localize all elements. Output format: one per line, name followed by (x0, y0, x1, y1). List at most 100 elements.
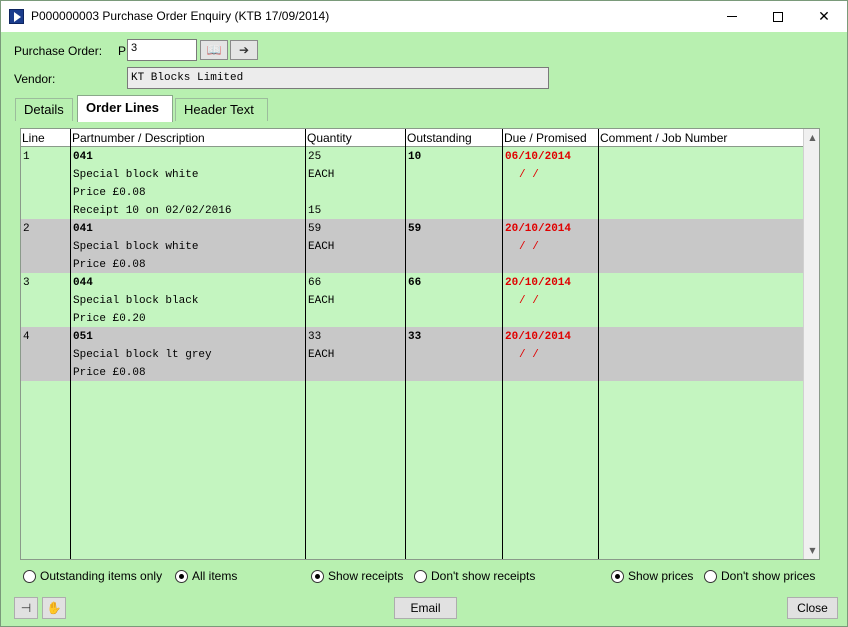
row-4-uom[interactable]: EACH (308, 349, 334, 361)
radio-dot (704, 569, 717, 583)
radio-all-items[interactable]: All items (175, 569, 237, 583)
radio-dot-selected (611, 569, 624, 583)
tab-details[interactable]: Details (15, 98, 73, 121)
row-2-promised[interactable]: / / (519, 241, 539, 253)
tab-header-text-label: Header Text (184, 102, 254, 117)
row-2-part[interactable]: 041 (73, 223, 93, 235)
close-window-button[interactable]: ✕ (801, 1, 847, 32)
po-lookup-button[interactable]: 📖 (200, 40, 228, 60)
radio-dot (23, 569, 36, 583)
col-header-quantity[interactable]: Quantity (307, 131, 352, 145)
col-header-due-promised[interactable]: Due / Promised (504, 131, 587, 145)
close-icon: ✕ (818, 8, 830, 25)
row-3-price[interactable]: Price £0.20 (73, 313, 146, 325)
col-divider (70, 129, 71, 559)
radio-show-prices[interactable]: Show prices (611, 569, 693, 583)
col-header-outstanding[interactable]: Outstanding (407, 131, 472, 145)
tab-order-lines[interactable]: Order Lines (77, 95, 173, 122)
po-prefix: P (118, 44, 127, 58)
row-2-desc[interactable]: Special block white (73, 241, 198, 253)
po-number-input[interactable]: 3 (127, 39, 197, 61)
col-divider (502, 129, 503, 559)
row-3-desc[interactable]: Special block black (73, 295, 198, 307)
row-2-price[interactable]: Price £0.08 (73, 259, 146, 271)
row-3-outstanding[interactable]: 66 (408, 277, 421, 289)
radio-dont-show-prices[interactable]: Don't show prices (704, 569, 815, 583)
col-header-line[interactable]: Line (22, 131, 45, 145)
hand-button[interactable]: ✋ (42, 597, 66, 619)
radio-all-items-label: All items (192, 569, 238, 583)
scroll-up-button[interactable]: ▲ (804, 129, 819, 146)
chevron-up-icon: ▲ (809, 133, 816, 142)
row-4-due[interactable]: 20/10/2014 (505, 331, 571, 343)
row-3-uom[interactable]: EACH (308, 295, 334, 307)
book-icon: 📖 (206, 43, 222, 57)
row-1-qty[interactable]: 25 (308, 151, 321, 163)
row-1-due[interactable]: 06/10/2014 (505, 151, 571, 163)
radio-dont-show-receipts-label: Don't show receipts (431, 569, 536, 583)
row-1-receipt[interactable]: Receipt 10 on 02/02/2016 (73, 205, 231, 217)
row-2-qty[interactable]: 59 (308, 223, 321, 235)
row-4-qty[interactable]: 33 (308, 331, 321, 343)
close-button[interactable]: Close (787, 597, 838, 619)
title-bar[interactable]: P000000003 Purchase Order Enquiry (KTB 1… (1, 1, 847, 32)
radio-dont-show-prices-label: Don't show prices (721, 569, 816, 583)
row-4-outstanding[interactable]: 33 (408, 331, 421, 343)
radio-dont-show-receipts[interactable]: Don't show receipts (414, 569, 535, 583)
minimize-icon (727, 16, 737, 17)
radio-show-receipts[interactable]: Show receipts (311, 569, 403, 583)
tab-header-text[interactable]: Header Text (175, 98, 268, 121)
col-header-comment[interactable]: Comment / Job Number (600, 131, 727, 145)
row-4-line[interactable]: 4 (23, 331, 30, 343)
row-4-part[interactable]: 051 (73, 331, 93, 343)
row-3-part[interactable]: 044 (73, 277, 93, 289)
arrow-right-icon: ➔ (238, 43, 250, 57)
row-1-receipt-qty[interactable]: 15 (308, 205, 321, 217)
row-4-price[interactable]: Price £0.08 (73, 367, 146, 379)
row-3-qty[interactable]: 66 (308, 277, 321, 289)
row-1-line[interactable]: 1 (23, 151, 30, 163)
radio-dot (414, 569, 427, 583)
row-2-uom[interactable]: EACH (308, 241, 334, 253)
radio-dot-selected (311, 569, 324, 583)
minimize-button[interactable] (709, 1, 755, 32)
order-lines-grid[interactable]: Line Partnumber / Description Quantity O… (20, 128, 820, 560)
window-title: P000000003 Purchase Order Enquiry (KTB 1… (31, 9, 330, 23)
row-1-price[interactable]: Price £0.08 (73, 187, 146, 199)
vendor-field: KT Blocks Limited (127, 67, 549, 89)
vertical-scrollbar[interactable]: ▲ ▼ (803, 129, 819, 559)
pin-icon: ⊣ (20, 601, 32, 615)
row-4-promised[interactable]: / / (519, 349, 539, 361)
radio-dot-selected (175, 569, 188, 583)
vendor-label: Vendor: (14, 72, 56, 86)
radio-outstanding-only[interactable]: Outstanding items only (23, 569, 162, 583)
grid-header: Line Partnumber / Description Quantity O… (21, 129, 803, 147)
email-button[interactable]: Email (394, 597, 457, 619)
row-1-promised[interactable]: / / (519, 169, 539, 181)
radio-show-receipts-label: Show receipts (328, 569, 404, 583)
maximize-button[interactable] (755, 1, 801, 32)
row-1-desc[interactable]: Special block white (73, 169, 198, 181)
row-2-due[interactable]: 20/10/2014 (505, 223, 571, 235)
row-1-part[interactable]: 041 (73, 151, 93, 163)
pin-button[interactable]: ⊣ (14, 597, 38, 619)
row-4-desc[interactable]: Special block lt grey (73, 349, 212, 361)
col-divider (405, 129, 406, 559)
col-divider (305, 129, 306, 559)
row-3-due[interactable]: 20/10/2014 (505, 277, 571, 289)
row-1-uom[interactable]: EACH (308, 169, 334, 181)
col-header-partnumber[interactable]: Partnumber / Description (72, 131, 205, 145)
row-3-line[interactable]: 3 (23, 277, 30, 289)
chevron-down-icon: ▼ (809, 546, 816, 555)
scroll-down-button[interactable]: ▼ (804, 542, 819, 559)
maximize-icon (773, 11, 783, 22)
row-2-outstanding[interactable]: 59 (408, 223, 421, 235)
row-1-outstanding[interactable]: 10 (408, 151, 421, 163)
row-3-promised[interactable]: / / (519, 295, 539, 307)
radio-show-prices-label: Show prices (628, 569, 694, 583)
col-divider (598, 129, 599, 559)
po-go-button[interactable]: ➔ (230, 40, 258, 60)
purchase-order-enquiry-window: P000000003 Purchase Order Enquiry (KTB 1… (0, 0, 848, 627)
row-2-line[interactable]: 2 (23, 223, 30, 235)
tab-order-lines-label: Order Lines (86, 100, 159, 115)
